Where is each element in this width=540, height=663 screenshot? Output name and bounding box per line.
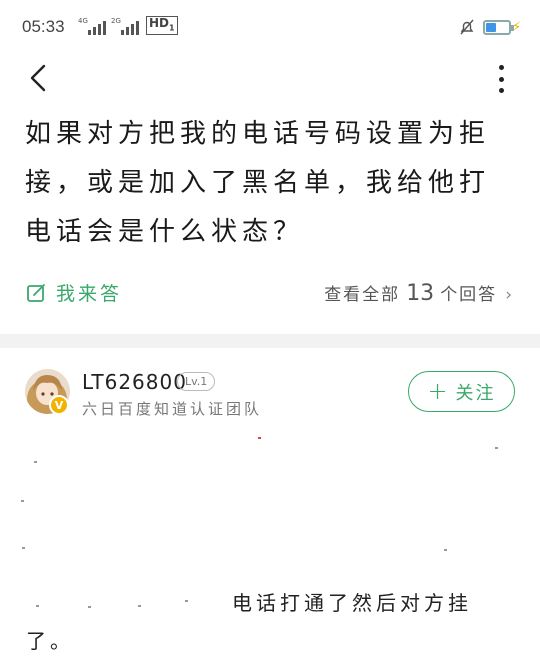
back-button[interactable] bbox=[25, 62, 55, 94]
follow-label: 关注 bbox=[455, 382, 496, 404]
edit-icon bbox=[27, 283, 45, 302]
more-vertical-icon bbox=[498, 65, 504, 70]
answer-label: 我来答 bbox=[56, 283, 123, 305]
view-all-answers-link[interactable]: 查看全部 13 个回答 › bbox=[324, 280, 514, 306]
answer-count: 13 bbox=[406, 281, 435, 306]
follow-button[interactable]: + 关注 bbox=[408, 371, 515, 412]
answer-text: 电话打通了然后对方挂 bbox=[232, 591, 472, 615]
status-bar: 05:33 4G 2G HD1 ⚡ bbox=[0, 0, 540, 56]
plus-icon: + bbox=[427, 376, 450, 405]
author-name[interactable]: LT626800 bbox=[82, 370, 187, 394]
signal-strength-icon: 4G bbox=[78, 17, 106, 36]
signal-strength-icon: 2G bbox=[111, 17, 139, 36]
mute-bell-icon bbox=[460, 19, 474, 35]
verified-badge-icon: V bbox=[49, 395, 69, 415]
status-time: 05:33 bbox=[22, 17, 65, 36]
more-options-button[interactable] bbox=[490, 62, 512, 96]
lightning-bolt-icon: ⚡ bbox=[512, 20, 522, 35]
answer-text-continued: 了。 bbox=[26, 629, 74, 653]
section-divider bbox=[0, 334, 540, 348]
author-team: 六日百度知道认证团队 bbox=[82, 400, 263, 418]
level-badge: Lv.1 bbox=[177, 372, 216, 391]
battery-icon bbox=[483, 20, 514, 35]
signal-indicators: 4G 2G HD1 bbox=[78, 16, 178, 36]
answer-button[interactable]: 我来答 bbox=[26, 279, 122, 306]
chevron-right-icon: › bbox=[505, 285, 514, 305]
chevron-left-icon bbox=[30, 64, 46, 92]
question-title: 如果对方把我的电话号码设置为拒接，或是加入了黑名单，我给他打电话会是什么状态？ bbox=[25, 119, 491, 247]
hd-voice-icon: HD1 bbox=[146, 16, 178, 36]
